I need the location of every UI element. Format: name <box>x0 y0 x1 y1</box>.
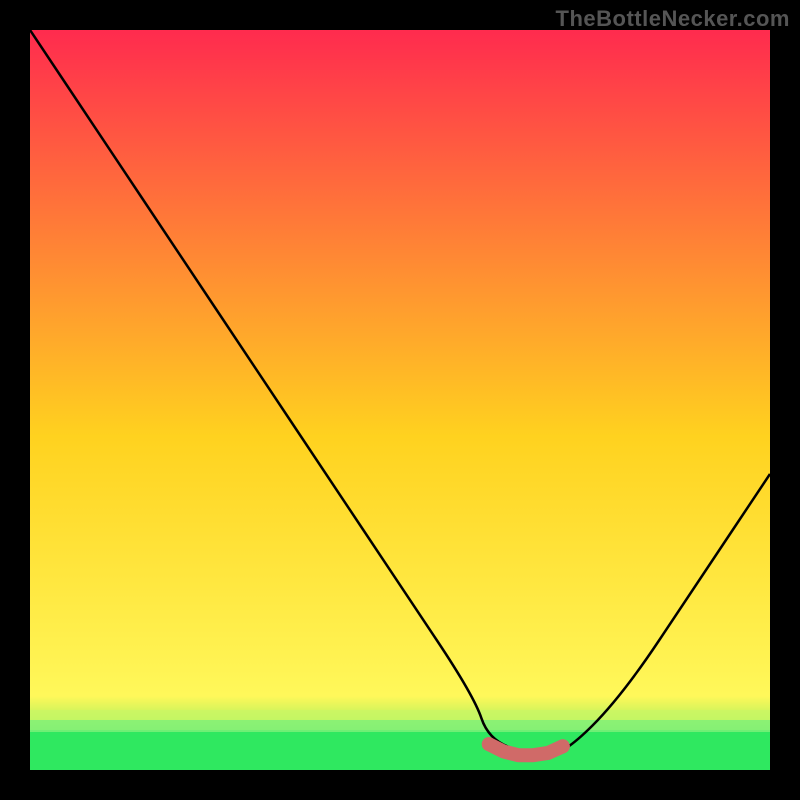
plot-area <box>30 30 770 770</box>
green-band <box>30 730 770 770</box>
chart-frame: TheBottleNecker.com <box>0 0 800 800</box>
gradient-background <box>30 30 770 770</box>
watermark-text: TheBottleNecker.com <box>556 6 790 32</box>
green-band-fade2 <box>30 710 770 720</box>
optimal-range-dot <box>556 739 570 753</box>
green-band-fade1 <box>30 720 770 732</box>
bottleneck-chart <box>30 30 770 770</box>
optimal-range-dot <box>482 737 496 751</box>
